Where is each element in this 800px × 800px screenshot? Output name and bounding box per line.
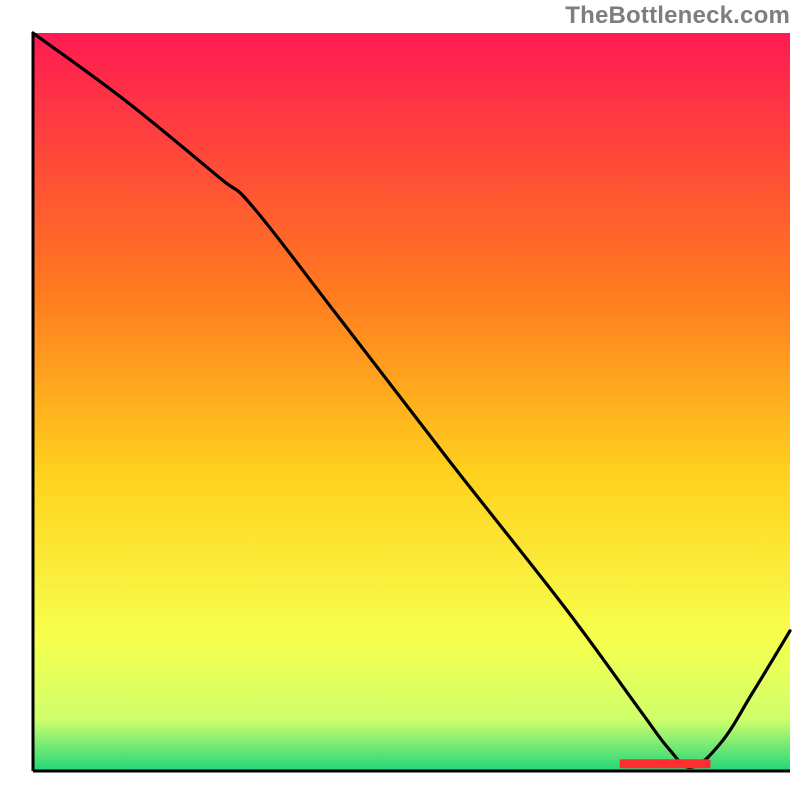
optimum-marker [620, 759, 711, 768]
plot-background-gradient [33, 33, 790, 771]
optimum-marker-bar [620, 759, 711, 768]
bottleneck-chart [0, 0, 800, 800]
